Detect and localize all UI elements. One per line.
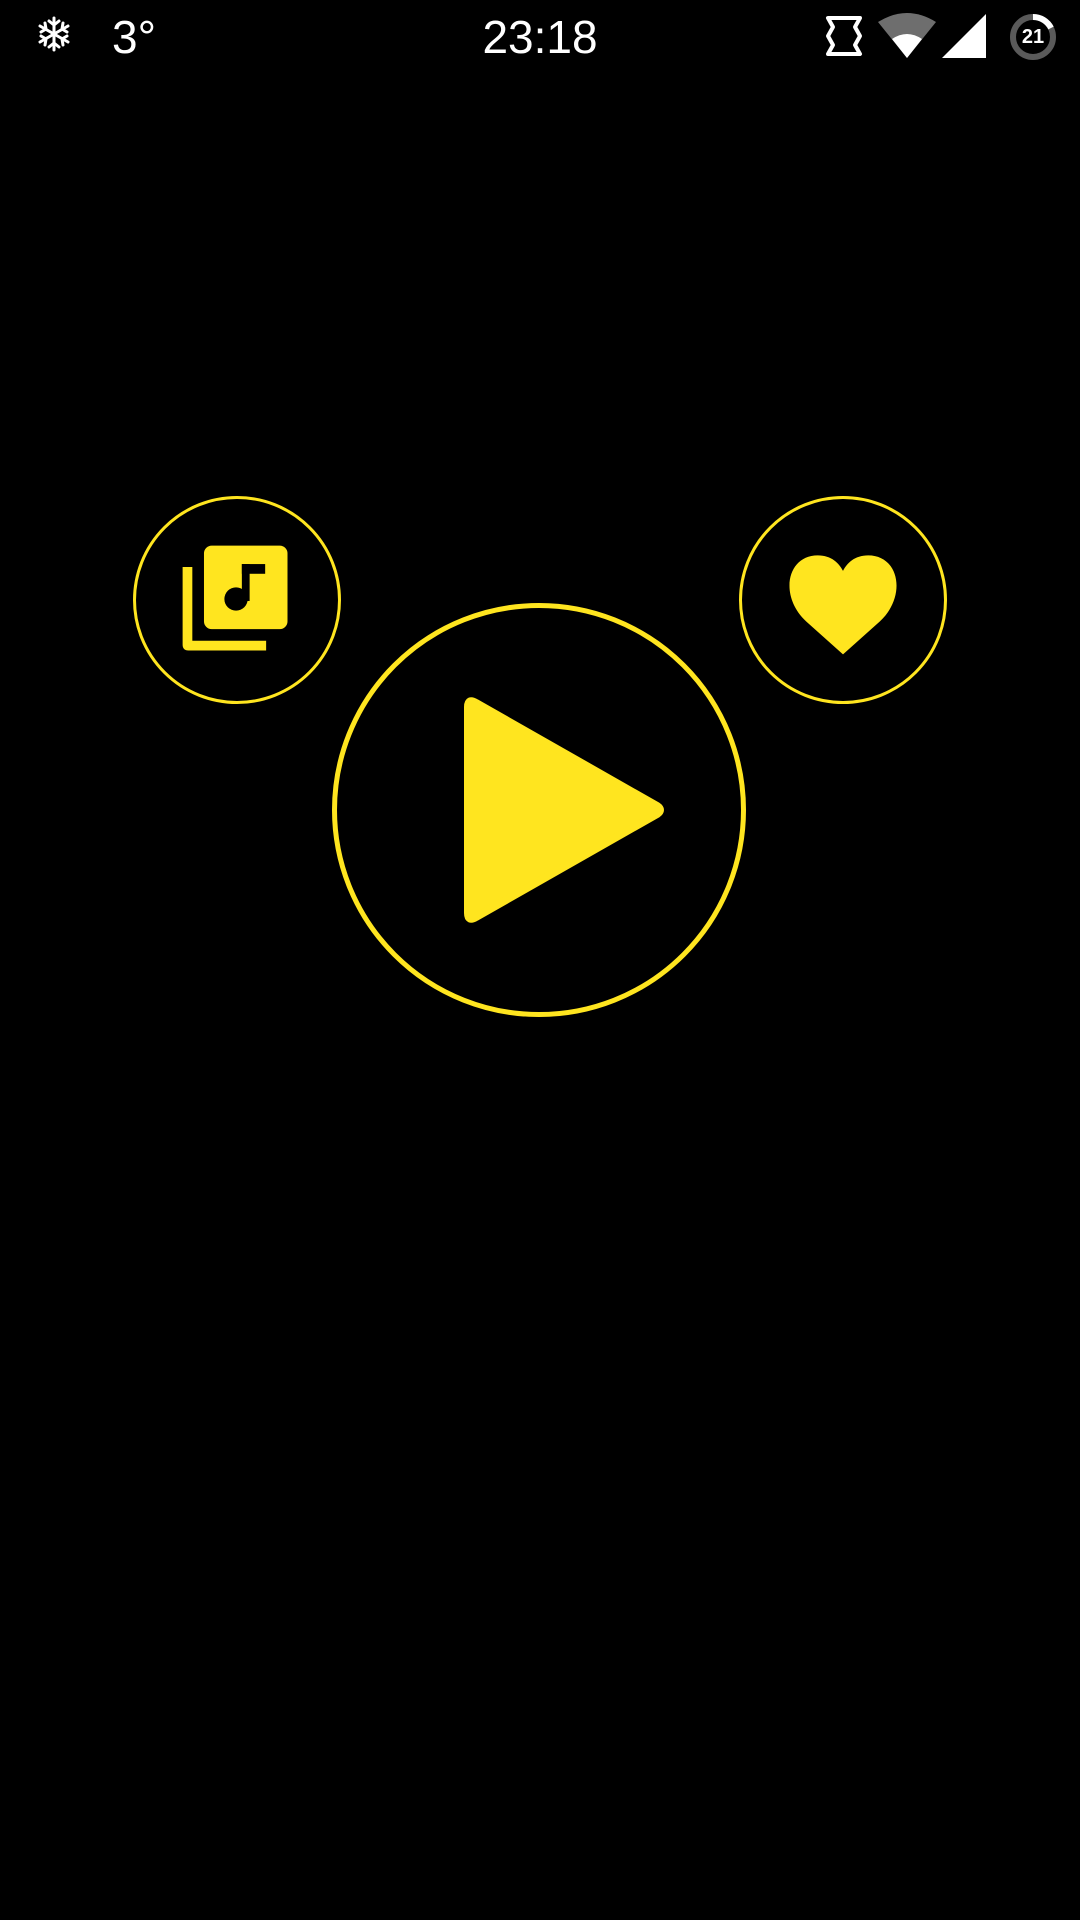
status-bar: 3° 23:18 21: [0, 0, 1080, 74]
music-library-button[interactable]: [133, 496, 341, 704]
player-screen: 3° 23:18 21: [0, 0, 1080, 1920]
play-icon: [464, 697, 664, 923]
battery-indicator: 21: [1008, 12, 1058, 62]
favorite-button[interactable]: [739, 496, 947, 704]
wifi-icon: [878, 13, 936, 58]
battery-percent: 21: [1021, 26, 1045, 48]
heart-icon: [789, 555, 897, 655]
data-transfer-icon: [826, 16, 862, 56]
play-button[interactable]: [332, 603, 746, 1017]
music-library-icon: [182, 545, 288, 651]
cell-signal-icon: [942, 14, 986, 58]
